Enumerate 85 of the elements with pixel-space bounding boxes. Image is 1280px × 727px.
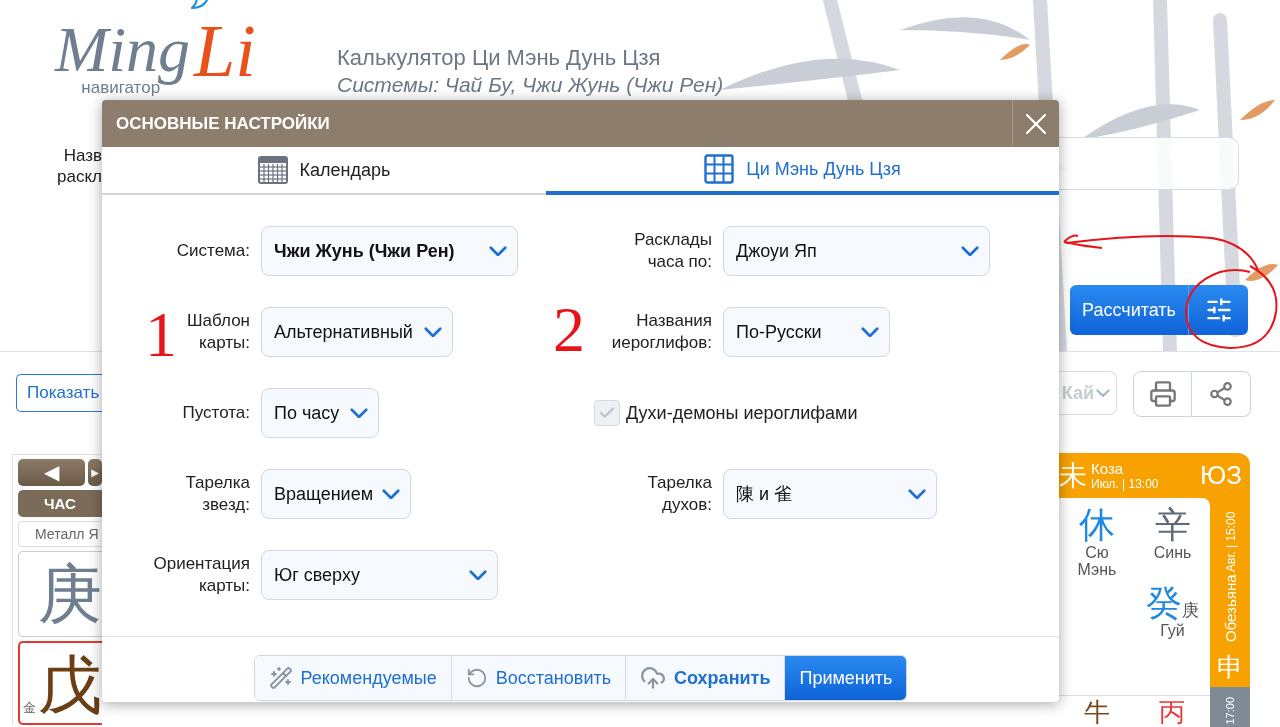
calendar-icon (257, 156, 288, 184)
element-glyph: 金 (23, 699, 36, 717)
chevron-down-icon (350, 407, 368, 419)
month-time-label: Июл. | 13:00 (1091, 477, 1159, 491)
dropdown-value: Вращением (274, 483, 374, 505)
dropdown-value: 陳 и 雀 (736, 483, 793, 506)
logo-word: Li (194, 14, 256, 94)
next-button[interactable]: ▶ (88, 459, 102, 486)
dropdown-value: По часу (274, 402, 340, 424)
branch-glyph: 申 (1217, 651, 1243, 684)
field-label: Тарелка духов: (647, 472, 712, 516)
print-button[interactable] (1133, 371, 1192, 417)
annotation-number: 2 (553, 298, 585, 362)
page-title: Калькулятор Ци Мэнь Дунь Цзя (337, 44, 662, 72)
sub-glyph: 庚 (1182, 598, 1199, 622)
dropdown-value: По-Русски (736, 321, 822, 343)
dropdown-value: Юг сверху (274, 564, 360, 586)
glyph-name: Синь (1153, 543, 1192, 561)
chart-glyph: 丙 (1159, 698, 1186, 727)
dropdown-select[interactable]: По-Русски (723, 307, 890, 357)
printer-icon (1148, 380, 1177, 408)
chevron-down-icon (961, 245, 979, 257)
branch-glyph: 未 (1059, 457, 1087, 494)
direction-label: ЮЗ (1200, 460, 1242, 491)
dropdown-select[interactable]: По часу (261, 388, 379, 438)
chevron-down-icon (1096, 388, 1110, 398)
grid-icon (704, 154, 735, 184)
time-label: 17:00 (1224, 697, 1236, 727)
chevron-down-icon (908, 488, 926, 500)
chart-glyph: 辛 (1154, 506, 1191, 544)
chevron-down-icon (382, 488, 400, 500)
checkbox-label: Духи-демоны иероглифами (626, 402, 858, 424)
field-label: Расклады часа по: (634, 229, 712, 273)
month-time-label: Авг. | 15:00 (1223, 512, 1237, 573)
calculate-button[interactable]: Рассчитать (1070, 285, 1188, 335)
tab[interactable]: Календарь (102, 147, 546, 195)
chart-glyph: 癸 (1146, 584, 1182, 622)
chevron-down-icon (424, 326, 442, 338)
chevron-down-icon (489, 245, 507, 257)
glyph-name: Сю Мэнь (1077, 543, 1117, 578)
dropdown-select[interactable]: Альтернативный (261, 307, 453, 357)
annotation-number: 1 (145, 303, 177, 367)
animal-label: Обезьяна (1221, 574, 1239, 642)
chart-glyph: 牛 (1083, 698, 1110, 727)
field-label: Пустота: (182, 402, 250, 424)
dropdown-value: Джоуи Яп (736, 240, 817, 262)
show-hide-button[interactable]: Показать (16, 374, 102, 412)
previous-button[interactable]: ◀ (18, 459, 86, 486)
dropdown-select[interactable]: Юг сверху (261, 550, 498, 600)
branch-glyph: 戊 (38, 653, 102, 717)
dropdown-value: Альтернативный (274, 321, 413, 343)
chart-glyph: 休 (1079, 506, 1115, 544)
footer-button[interactable]: Рекомендуемые (254, 656, 451, 700)
field-label: Ориентация карты: (153, 553, 250, 597)
footer-button[interactable]: Сохранить (625, 656, 785, 700)
undo-icon (465, 667, 488, 689)
dropdown-select[interactable]: Вращением (261, 469, 411, 519)
page-subtitle: Системы: Чай Бу, Чжи Жунь (Чжи Рен) (337, 72, 724, 98)
dropdown-select[interactable]: Джоуи Яп (723, 226, 990, 276)
cloud-upload-icon (640, 665, 667, 691)
magic-wand-icon (268, 666, 293, 690)
checkbox[interactable] (594, 400, 620, 426)
dropdown-select[interactable]: 陳 и 雀 (723, 469, 937, 519)
field-label: Система: (176, 240, 250, 262)
tab[interactable]: Ци Мэнь Дунь Цзя (546, 147, 1059, 195)
footer-button[interactable]: Применить (784, 656, 907, 700)
chevron-down-icon (861, 326, 879, 338)
glyph-name: Гуй (1160, 621, 1185, 639)
field-label: Названия иероглифов: (611, 310, 712, 354)
share-button[interactable] (1192, 371, 1251, 417)
stem-glyph: 庚 (38, 562, 102, 626)
share-icon (1208, 381, 1234, 407)
field-label: Шаблон карты: (187, 310, 250, 354)
field-label: Тарелка звезд: (185, 472, 250, 516)
footer-button[interactable]: Восстановить (450, 656, 626, 700)
dropdown-select[interactable]: Чжи Жунь (Чжи Рен) (261, 226, 518, 276)
dialog-title: ОСНОВНЫЕ НАСТРОЙКИ (115, 113, 330, 134)
settings-button[interactable] (1188, 285, 1248, 335)
pillar-tab[interactable]: ЧАС (18, 490, 102, 517)
chevron-down-icon (469, 569, 487, 581)
dropdown-value: Чжи Жунь (Чжи Рен) (274, 240, 455, 262)
input-field[interactable] (1059, 137, 1239, 190)
settings-icon (1204, 296, 1233, 324)
animal-label: Коза (1091, 460, 1125, 477)
field-label: Назв раскл (57, 145, 102, 187)
